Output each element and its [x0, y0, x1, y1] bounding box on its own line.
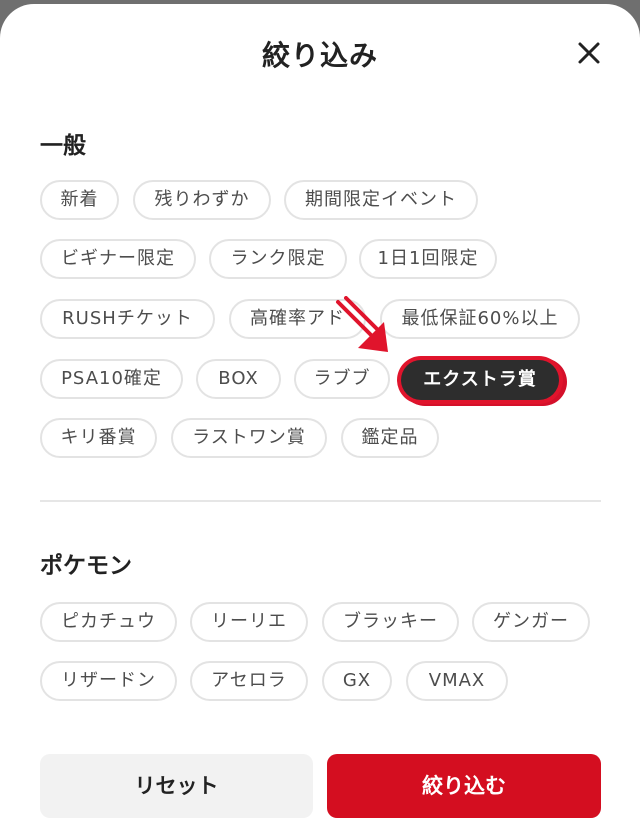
- chip-few-left[interactable]: 残りわずか: [133, 180, 271, 220]
- section-title-general: 一般: [40, 133, 86, 159]
- chip-beginner[interactable]: ビギナー限定: [40, 239, 196, 279]
- apply-filter-button[interactable]: 絞り込む: [327, 754, 601, 818]
- chip-appraised[interactable]: 鑑定品: [341, 418, 439, 458]
- section-divider: [40, 500, 601, 502]
- chip-box[interactable]: BOX: [196, 359, 281, 399]
- chip-once-a-day[interactable]: 1日1回限定: [359, 239, 497, 279]
- chip-last-one[interactable]: ラストワン賞: [171, 418, 327, 458]
- reset-button[interactable]: リセット: [40, 754, 313, 818]
- chip-umbreon[interactable]: ブラッキー: [322, 602, 459, 642]
- chip-lillie[interactable]: リーリエ: [190, 602, 308, 642]
- chip-limited-event[interactable]: 期間限定イベント: [284, 180, 478, 220]
- chip-rank[interactable]: ランク限定: [209, 239, 347, 279]
- chip-min-guarantee[interactable]: 最低保証60%以上: [380, 299, 580, 339]
- close-icon[interactable]: [572, 36, 606, 70]
- chip-extra-prize[interactable]: エクストラ賞: [401, 360, 559, 400]
- chip-rush-ticket[interactable]: RUSHチケット: [40, 299, 215, 339]
- section-title-pokemon: ポケモン: [40, 553, 132, 579]
- modal-title: 絞り込み: [261, 39, 378, 72]
- arrow-annotation-icon: [336, 296, 388, 352]
- chip-gengar[interactable]: ゲンガー: [472, 602, 590, 642]
- chip-gx[interactable]: GX: [322, 661, 392, 701]
- chip-labubu[interactable]: ラブブ: [294, 359, 390, 399]
- chip-psa10[interactable]: PSA10確定: [40, 359, 183, 399]
- chip-charizard[interactable]: リザードン: [40, 661, 177, 701]
- chip-new[interactable]: 新着: [40, 180, 119, 220]
- filter-modal: 絞り込み 一般 新着 残りわずか 期間限定イベント ビギナー限定 ランク限定 1…: [0, 4, 640, 824]
- chip-kiriban[interactable]: キリ番賞: [40, 418, 157, 458]
- chip-vmax[interactable]: VMAX: [406, 661, 508, 701]
- chip-acerola[interactable]: アセロラ: [190, 661, 308, 701]
- chip-pikachu[interactable]: ピカチュウ: [40, 602, 177, 642]
